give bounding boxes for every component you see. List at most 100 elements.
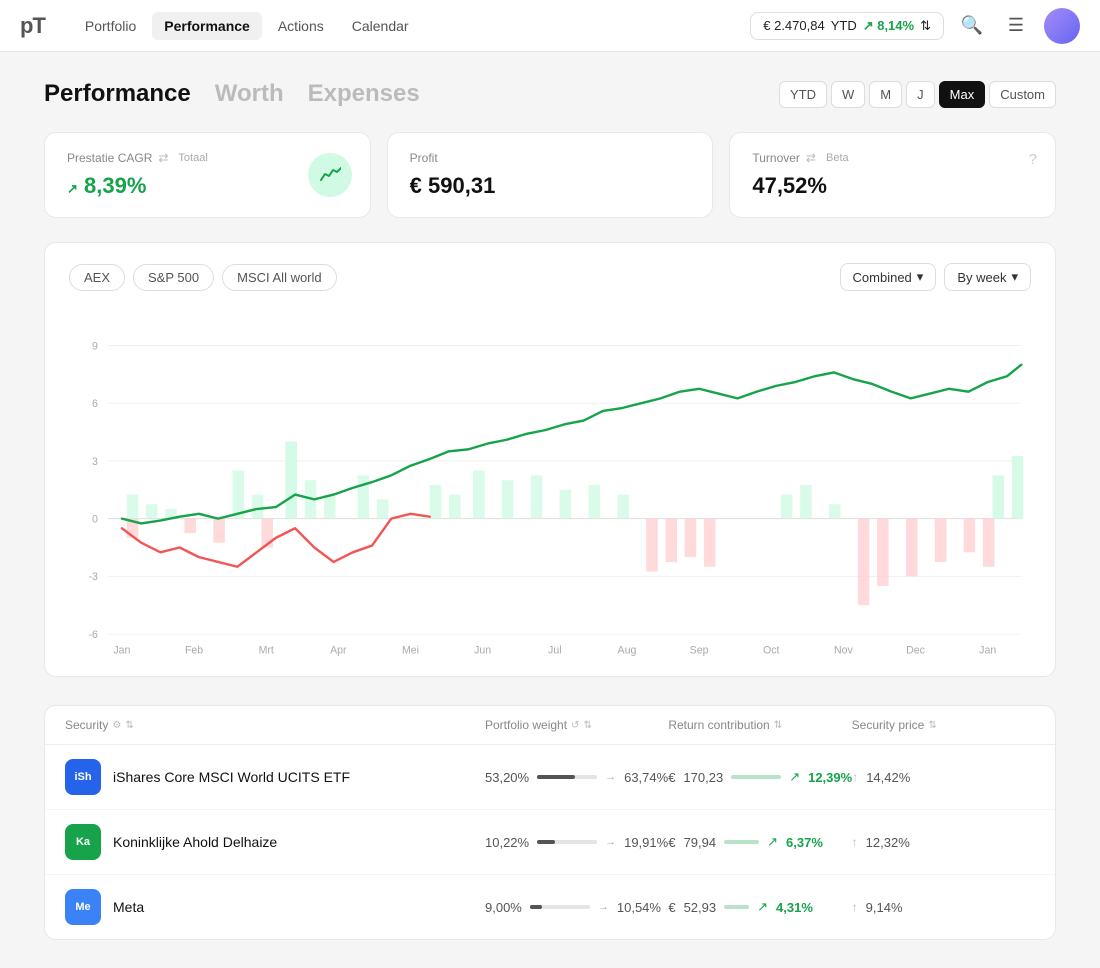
filter-msci[interactable]: MSCI All world — [222, 264, 337, 291]
security-cell-3: Me Meta — [65, 889, 485, 925]
nav-actions[interactable]: Actions — [266, 12, 336, 40]
sort-arrows-price: ⇅ — [928, 720, 936, 731]
chart-area: AEX S&P 500 MSCI All world Combined ▾ By… — [44, 242, 1056, 677]
svg-text:-6: -6 — [88, 629, 98, 641]
table-row: Ka Koninklijke Ahold Delhaize 10,22% → 1… — [45, 810, 1055, 875]
app-logo: pT — [20, 13, 45, 39]
svg-text:6: 6 — [92, 398, 98, 410]
tab-performance[interactable]: Performance — [44, 80, 191, 108]
svg-text:Mrt: Mrt — [259, 644, 274, 656]
topnav-right: € 2.470,84 YTD ↗ 8,14% ⇅ 🔍 ☰ — [750, 8, 1080, 44]
table-header: Security ⚙ ⇅ Portfolio weight ↺ ⇅ Return… — [45, 706, 1055, 745]
svg-text:Jan: Jan — [113, 644, 130, 656]
svg-text:9: 9 — [92, 340, 98, 352]
security-logo-3: Me — [65, 889, 101, 925]
arrow-up-3: ↗ — [757, 899, 768, 915]
help-icon[interactable]: ? — [1029, 151, 1037, 168]
th-security[interactable]: Security ⚙ ⇅ — [65, 718, 485, 732]
weight-cell-1: 53,20% → 63,74% — [485, 770, 668, 785]
balance-value: € 2.470,84 — [763, 18, 824, 33]
stat-card-cagr: Prestatie CAGR ⇄ Totaal ↗ 8,39% — [44, 132, 371, 218]
time-max[interactable]: Max — [939, 81, 986, 108]
time-w[interactable]: W — [831, 81, 865, 108]
nav-portfolio[interactable]: Portfolio — [73, 12, 148, 40]
weight-cell-3: 9,00% → 10,54% — [485, 900, 668, 915]
weight-bar-3 — [530, 905, 590, 909]
page-tabs: Performance Worth Expenses — [44, 80, 420, 108]
stat-value-profit: € 590,31 — [410, 173, 691, 199]
ytd-label: YTD — [831, 18, 857, 33]
topnav: pT Portfolio Performance Actions Calenda… — [0, 0, 1100, 52]
dropdown-combined[interactable]: Combined ▾ — [840, 263, 937, 291]
th-security-price[interactable]: Security price ⇅ — [852, 718, 1035, 732]
filter-sp500[interactable]: S&P 500 — [133, 264, 214, 291]
security-logo-1: iSh — [65, 759, 101, 795]
chart-dropdowns: Combined ▾ By week ▾ — [840, 263, 1031, 291]
svg-text:0: 0 — [92, 513, 98, 525]
svg-text:3: 3 — [92, 456, 98, 468]
ret-pct-3: 4,31% — [776, 900, 813, 915]
sort-arrows-return: ⇅ — [774, 720, 782, 731]
stat-label-turnover: Turnover ⇄ Beta — [752, 151, 1033, 165]
svg-text:Jul: Jul — [548, 644, 562, 656]
tab-worth[interactable]: Worth — [215, 80, 284, 108]
sort-arrows-weight: ⇅ — [583, 720, 591, 731]
arrow-up-1: ↗ — [789, 769, 800, 785]
stat-label-profit: Profit — [410, 151, 691, 165]
svg-text:Oct: Oct — [763, 644, 780, 656]
avatar[interactable] — [1044, 8, 1080, 44]
balance-pill[interactable]: € 2.470,84 YTD ↗ 8,14% ⇅ — [750, 12, 944, 40]
nav-performance[interactable]: Performance — [152, 12, 262, 40]
return-cell-2: € 79,94 ↗ 6,37% — [668, 834, 851, 850]
ret-bar-1 — [731, 775, 781, 779]
chart-filters: AEX S&P 500 MSCI All world — [69, 264, 337, 291]
refresh-icon: ↺ — [571, 720, 579, 731]
arrow-right-3: → — [598, 901, 609, 913]
table-row: iSh iShares Core MSCI World UCITS ETF 53… — [45, 745, 1055, 810]
weight-bar-1 — [537, 775, 597, 779]
weight-bar-2 — [537, 840, 597, 844]
return-cell-1: € 170,23 ↗ 12,39% — [668, 769, 852, 785]
security-cell-1: iSh iShares Core MSCI World UCITS ETF — [65, 759, 485, 795]
page-header: Performance Worth Expenses YTD W M J Max… — [44, 80, 1056, 108]
chart-wrapper: 9 6 3 0 -3 -6 Jan Feb Mrt Apr Mei Jun Ju… — [69, 307, 1031, 656]
svg-text:Jan: Jan — [979, 644, 996, 656]
ret-pct-2: 6,37% — [786, 835, 823, 850]
time-custom[interactable]: Custom — [989, 81, 1056, 108]
svg-text:-3: -3 — [88, 571, 98, 583]
stat-label-cagr: Prestatie CAGR ⇄ Totaal — [67, 151, 348, 165]
security-logo-2: Ka — [65, 824, 101, 860]
tab-expenses[interactable]: Expenses — [308, 80, 420, 108]
performance-chart: 9 6 3 0 -3 -6 Jan Feb Mrt Apr Mei Jun Ju… — [69, 307, 1031, 653]
svg-text:Feb: Feb — [185, 644, 203, 656]
stat-cards: Prestatie CAGR ⇄ Totaal ↗ 8,39% Profit €… — [44, 132, 1056, 218]
trend-icon-3: ↑ — [852, 900, 858, 914]
svg-text:Mei: Mei — [402, 644, 419, 656]
chart-controls: AEX S&P 500 MSCI All world Combined ▾ By… — [69, 263, 1031, 291]
time-ytd[interactable]: YTD — [779, 81, 827, 108]
sort-arrows-security: ⇅ — [125, 720, 133, 731]
th-return-contribution[interactable]: Return contribution ⇅ — [668, 718, 851, 732]
arrow-right-1: → — [605, 771, 616, 783]
sort-icon-security: ⚙ — [112, 720, 121, 731]
dropdown-by-week[interactable]: By week ▾ — [944, 263, 1031, 291]
filter-aex[interactable]: AEX — [69, 264, 125, 291]
time-j[interactable]: J — [906, 81, 935, 108]
time-m[interactable]: M — [869, 81, 902, 108]
th-portfolio-weight[interactable]: Portfolio weight ↺ ⇅ — [485, 718, 668, 732]
search-icon[interactable]: 🔍 — [956, 10, 988, 42]
menu-icon[interactable]: ☰ — [1000, 10, 1032, 42]
svg-text:Nov: Nov — [834, 644, 854, 656]
stat-value-turnover: 47,52% — [752, 173, 1033, 199]
ret-bar-2 — [724, 840, 759, 844]
nav-calendar[interactable]: Calendar — [340, 12, 421, 40]
ret-bar-3 — [724, 905, 749, 909]
trend-icon-2: ↑ — [852, 835, 858, 849]
table-row: Me Meta 9,00% → 10,54% € 52,93 ↗ 4,31% ↑ — [45, 875, 1055, 939]
security-name-2: Koninklijke Ahold Delhaize — [113, 834, 277, 850]
security-cell-2: Ka Koninklijke Ahold Delhaize — [65, 824, 485, 860]
svg-text:Sep: Sep — [690, 644, 709, 656]
time-filters: YTD W M J Max Custom — [779, 81, 1056, 108]
chevron-down-icon-2: ▾ — [1011, 269, 1018, 285]
stat-value-cagr: ↗ 8,39% — [67, 173, 348, 199]
